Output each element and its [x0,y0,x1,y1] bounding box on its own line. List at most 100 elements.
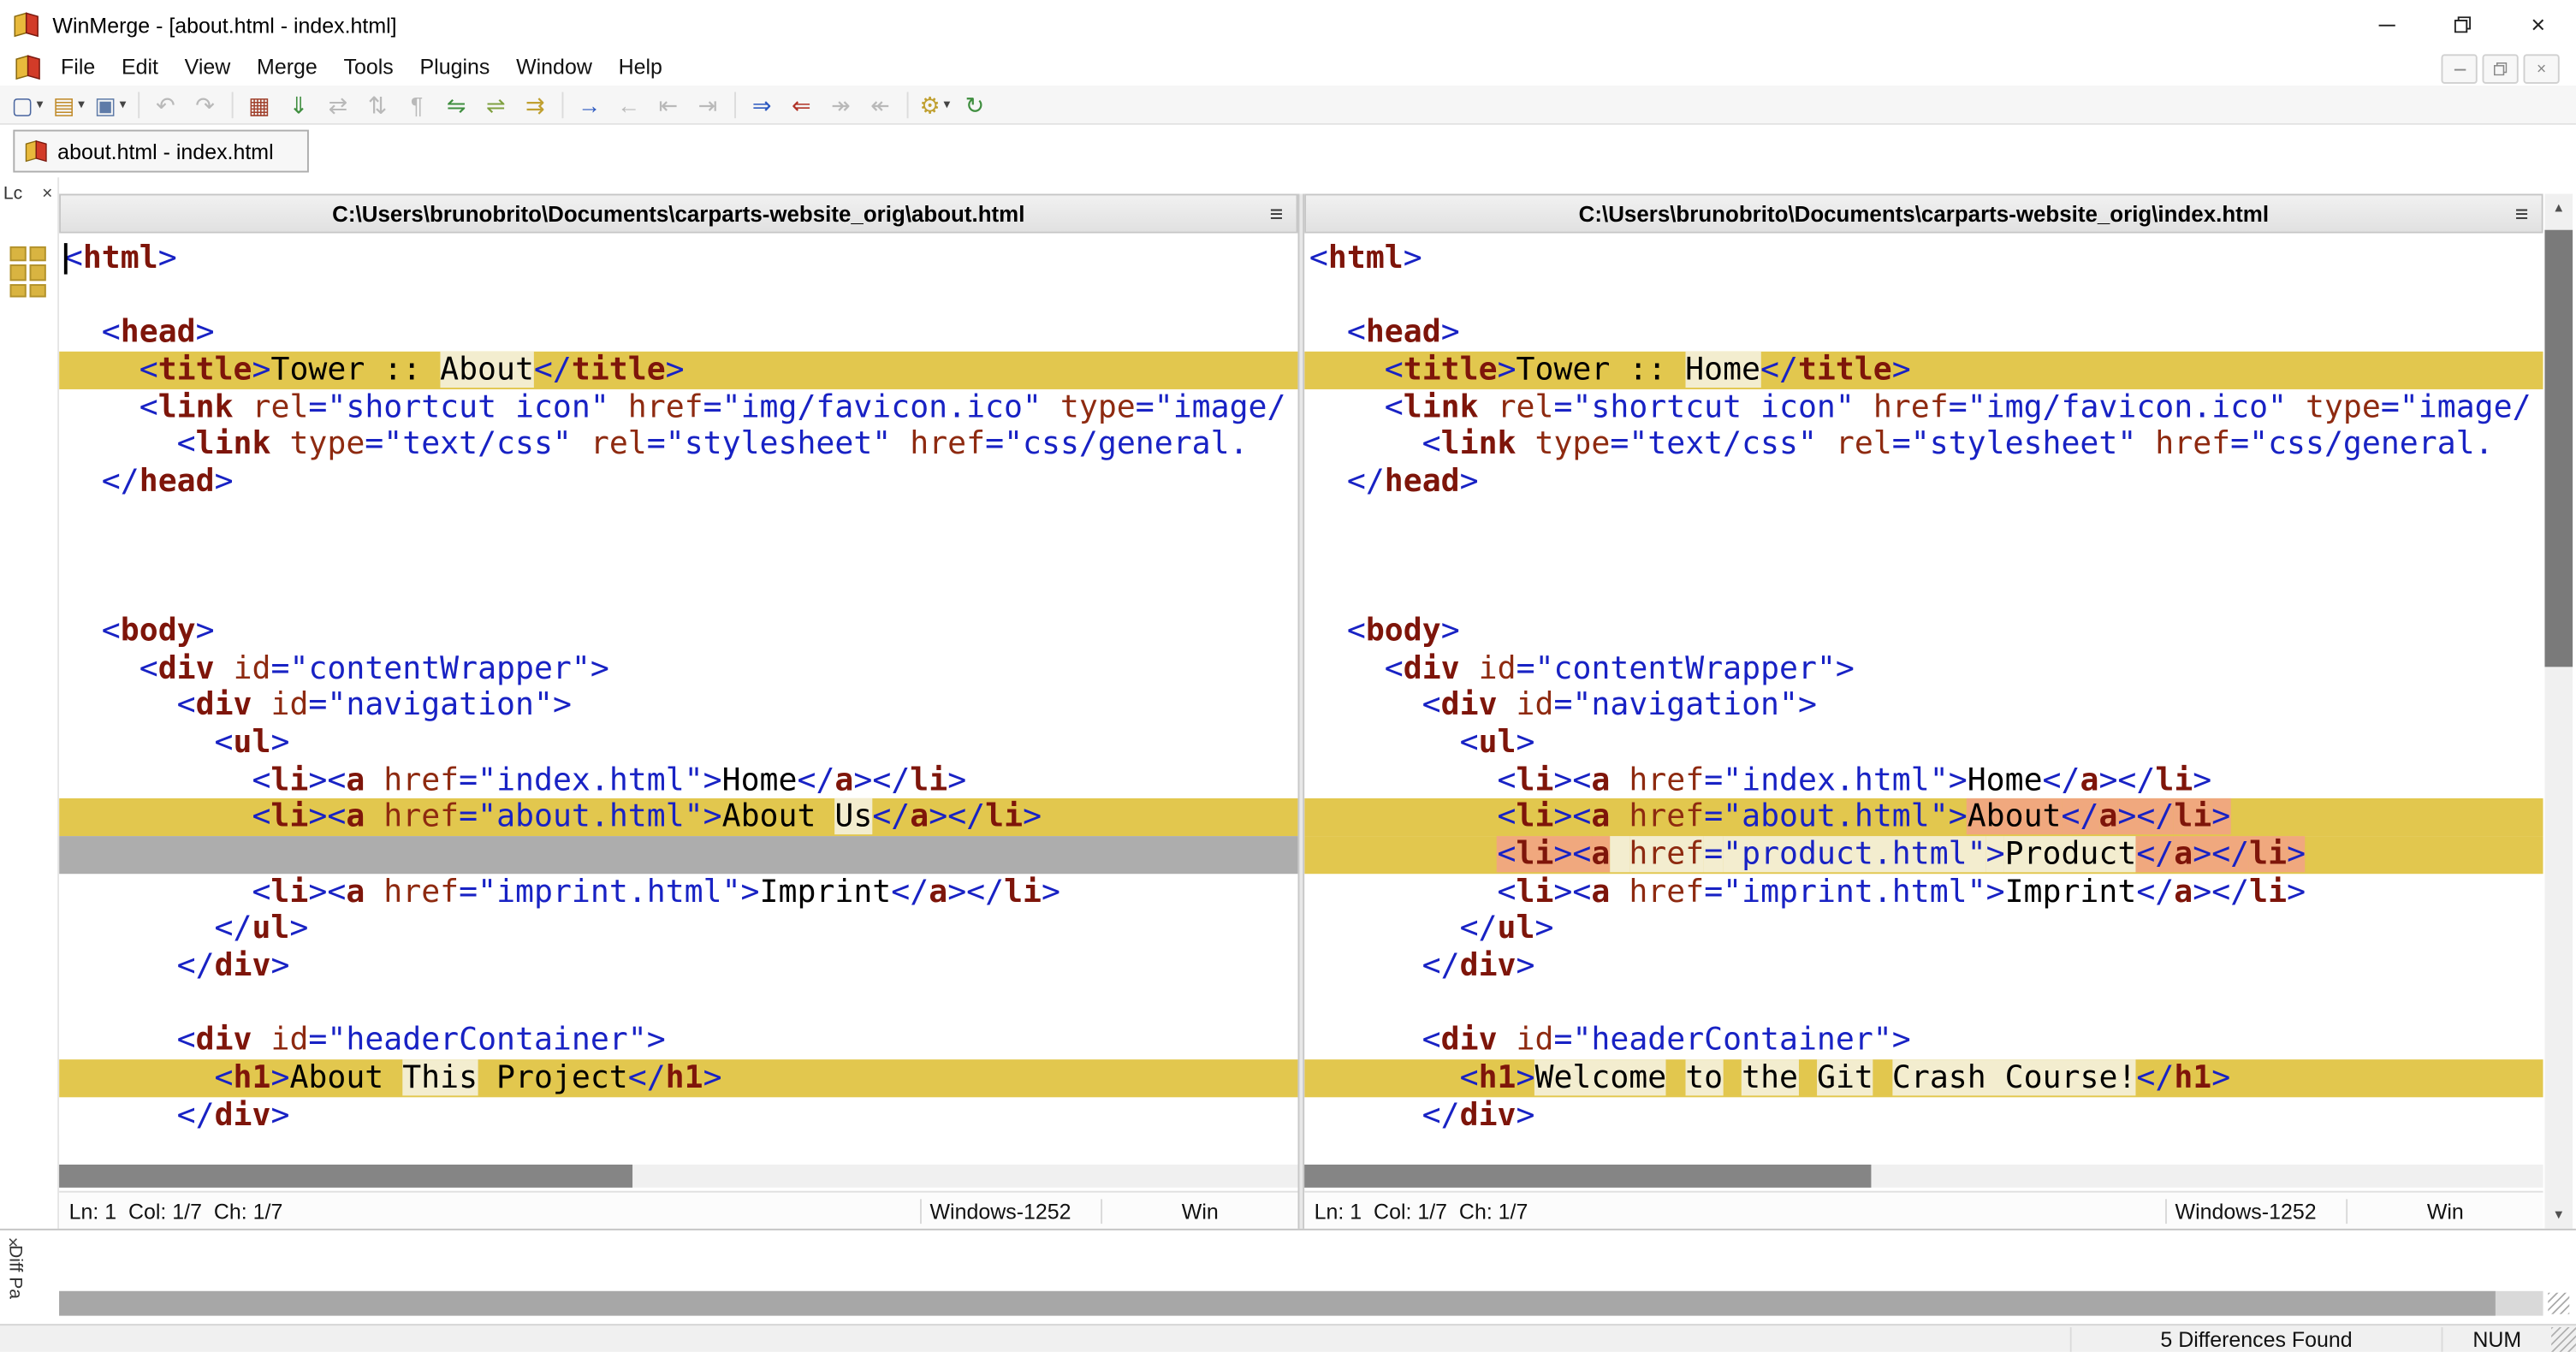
missing-line[interactable] [59,836,1298,874]
code-line[interactable]: <h1>About This Project</h1> [59,1059,1298,1097]
code-line[interactable]: <h1>Welcome to the Git Crash Course!</h1… [1304,1059,2543,1097]
diff-location-mark[interactable] [29,246,46,262]
dropdown-arrow-icon[interactable]: ▾ [943,97,950,111]
code-line[interactable]: <div id="headerContainer"> [59,1023,1297,1060]
right-hscroll-thumb[interactable] [1304,1164,1872,1188]
code-line[interactable] [1304,501,2543,538]
code-line[interactable]: <link rel="shortcut icon" href="img/favi… [59,388,1297,426]
toolbar-compare-report-button[interactable]: ▦ [241,86,277,122]
toolbar-swap-panes-button[interactable]: ⇄ [320,86,356,122]
toolbar-copy-right-and-advance-button[interactable]: ↠ [822,86,858,122]
toolbar-last-difference-button[interactable]: ⇥ [690,86,726,122]
code-line[interactable]: </div> [59,948,1297,986]
code-line[interactable]: <div id="navigation"> [59,687,1297,725]
toolbar-previous-difference-button[interactable]: ← [611,86,647,122]
menu-merge[interactable]: Merge [244,50,330,86]
diff-location-mark[interactable] [9,246,27,262]
code-line[interactable]: </ul> [1304,910,2543,948]
toolbar-copy-all-to-right-button[interactable]: ⇓ [281,86,317,122]
toolbar-redo-button[interactable]: ↷ [187,86,223,122]
code-line[interactable]: <head> [59,314,1297,352]
scroll-down-arrow-icon[interactable]: ▾ [2544,1201,2573,1229]
code-line[interactable]: <body> [59,613,1297,650]
toolbar-copy-left-and-advance-button[interactable]: ↞ [862,86,898,122]
dropdown-arrow-icon[interactable]: ▾ [120,97,127,111]
diff-location-mark[interactable] [9,264,27,282]
toolbar-auto-merge-button[interactable]: ⇉ [517,86,553,122]
toolbar-merge-mode-button[interactable]: ⇋ [438,86,474,122]
code-line[interactable]: <html> [1304,240,2543,277]
left-horizontal-scrollbar[interactable] [59,1164,1298,1188]
code-line[interactable]: <li><a href="index.html">Home</a></li> [59,762,1297,799]
code-line[interactable]: <link rel="shortcut icon" href="img/favi… [1304,388,2543,426]
toolbar-view-whitespace-button[interactable]: ¶ [399,86,435,122]
left-editor[interactable]: <html> <head> <title>Tower :: About</tit… [59,233,1298,1136]
code-line[interactable] [1304,575,2543,613]
code-line[interactable]: </div> [59,1097,1297,1135]
vertical-scrollbar[interactable]: ▴ ▾ [2544,193,2573,1229]
menu-window[interactable]: Window [503,50,605,86]
toolbar-first-difference-button[interactable]: ⇤ [650,86,686,122]
code-line[interactable] [1304,277,2543,315]
code-line[interactable]: </div> [1304,948,2543,986]
close-button[interactable]: × [2501,0,2576,50]
menu-view[interactable]: View [171,50,243,86]
toolbar-refresh-selected-button[interactable]: ⇅ [359,86,395,122]
diff-pane-resize-grip[interactable] [2548,1292,2570,1314]
code-line[interactable] [1304,985,2543,1023]
minimize-button[interactable] [2349,0,2425,50]
pane-splitter[interactable] [1297,193,1305,1229]
code-line[interactable]: <head> [1304,314,2543,352]
toolbar-compare-method-button[interactable]: ⇌ [478,86,513,122]
code-line[interactable] [59,538,1297,576]
code-line[interactable] [1304,538,2543,576]
code-line[interactable]: <title>Tower :: Home</title> [1304,351,2543,389]
code-line[interactable] [59,985,1297,1023]
mdi-minimize-button[interactable] [2441,54,2478,84]
menu-edit[interactable]: Edit [109,50,172,86]
code-line[interactable]: <li><a href="about.html">About</a></li> [1304,798,2543,837]
left-hscroll-thumb[interactable] [59,1164,633,1188]
diff-location-mark[interactable] [29,264,46,282]
right-pane-menu-button[interactable]: ≡ [2515,200,2529,227]
mdi-restore-button[interactable] [2482,54,2519,84]
right-editor[interactable]: <html> <head> <title>Tower :: Home</titl… [1304,233,2543,1136]
code-line[interactable]: <div id="navigation"> [1304,687,2543,725]
code-line[interactable]: <title>Tower :: About</title> [59,351,1298,389]
restore-button[interactable] [2425,0,2500,50]
menu-tools[interactable]: Tools [330,50,407,86]
code-line[interactable]: </head> [59,464,1297,501]
code-line[interactable] [59,575,1297,613]
toolbar-refresh-button[interactable]: ↻ [957,86,993,122]
code-line[interactable] [59,277,1297,315]
menu-plugins[interactable]: Plugins [407,50,503,86]
diff-location-mark[interactable] [9,284,27,298]
vscroll-thumb[interactable] [2544,229,2573,667]
toolbar-new-button[interactable]: ▢ ▾ [9,86,47,122]
dropdown-arrow-icon[interactable]: ▾ [37,97,44,111]
code-line[interactable]: <div id="contentWrapper"> [1304,649,2543,687]
code-line[interactable]: </ul> [59,910,1297,948]
toolbar-next-difference-button[interactable]: → [572,86,608,122]
code-line[interactable]: <div id="headerContainer"> [1304,1023,2543,1060]
scroll-up-arrow-icon[interactable]: ▴ [2544,194,2573,222]
right-horizontal-scrollbar[interactable] [1304,1164,2543,1188]
mdi-close-button[interactable]: × [2523,54,2560,84]
code-line[interactable]: <div id="contentWrapper"> [59,649,1297,687]
code-line[interactable]: <li><a href="about.html">About Us</a></l… [59,798,1298,837]
code-line[interactable]: <ul> [1304,724,2543,762]
toolbar-copy-to-right-button[interactable]: ⇒ [744,86,780,122]
tab-about-index[interactable]: about.html - index.html [13,129,309,173]
dropdown-arrow-icon[interactable]: ▾ [78,97,85,111]
toolbar-open-button[interactable]: ▤ ▾ [50,86,88,122]
code-line[interactable]: </head> [1304,464,2543,501]
code-line[interactable]: <link type="text/css" rel="stylesheet" h… [59,426,1297,464]
code-line[interactable]: <link type="text/css" rel="stylesheet" h… [1304,426,2543,464]
code-line[interactable]: <html> [59,240,1297,277]
menu-file[interactable]: File [48,50,109,86]
window-resize-grip[interactable] [2551,1326,2576,1351]
code-line[interactable]: <li><a href="imprint.html">Imprint</a></… [1304,874,2543,911]
code-line[interactable]: </div> [1304,1097,2543,1135]
code-line[interactable]: <body> [1304,613,2543,650]
toolbar-undo-button[interactable]: ↶ [147,86,183,122]
